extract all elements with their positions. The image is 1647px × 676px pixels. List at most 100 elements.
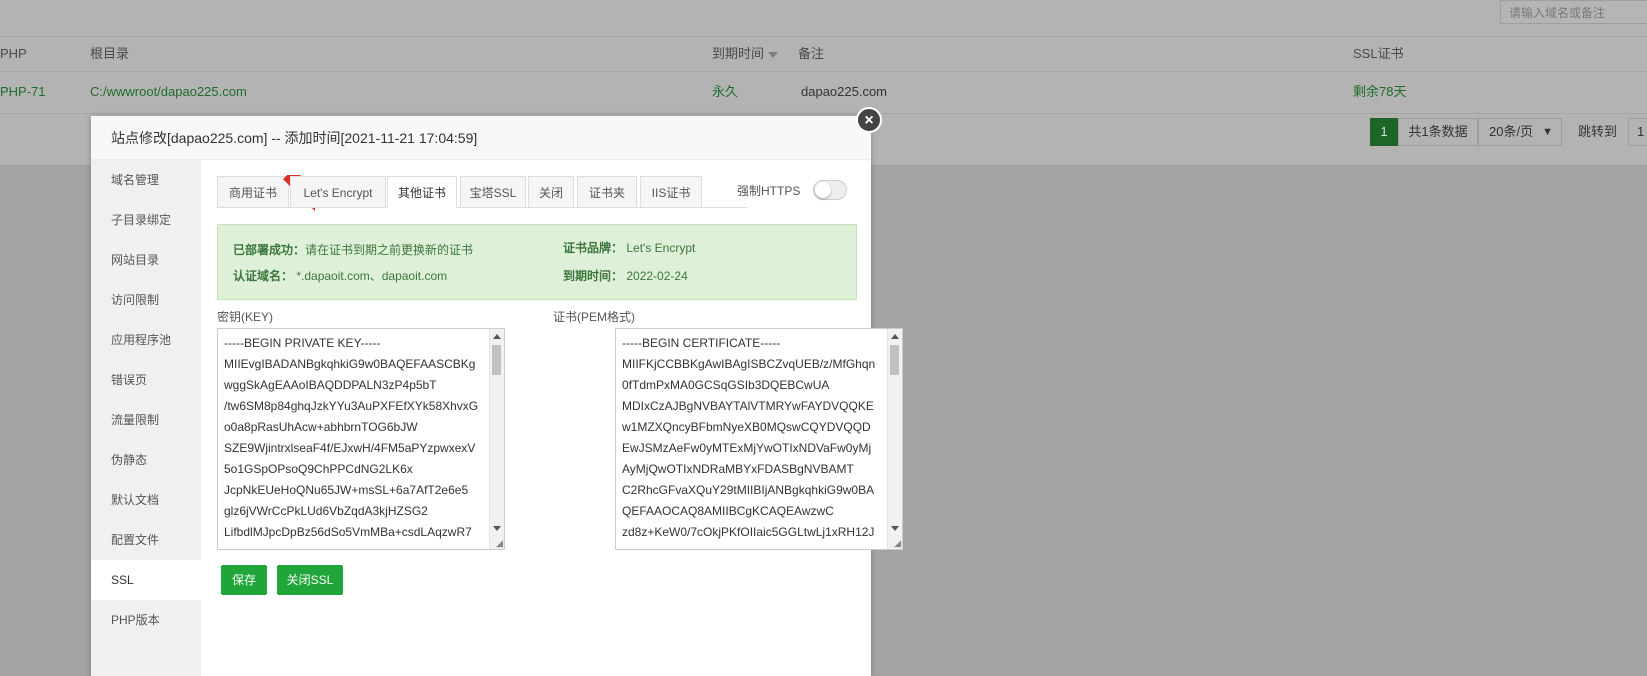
key-line: o0a8pRasUhAcw+abhbrnTOG6bJW bbox=[224, 420, 418, 434]
resize-handle-icon[interactable]: ◢ bbox=[894, 539, 901, 548]
row-expire[interactable]: 永久 bbox=[712, 71, 738, 113]
deployed-text: 请在证书到期之前更换新的证书 bbox=[305, 243, 474, 257]
key-line: LifbdlMJpcDpBz56dSo5VmMBa+csdLAqzwR7 bbox=[224, 525, 472, 539]
cert-scrollbar[interactable] bbox=[887, 329, 902, 549]
ssl-panel: 商用证书 推荐 Let's Encrypt 其他证书 宝塔SSL 关闭 证书夹 … bbox=[201, 160, 903, 676]
cert-line: EwJSMzAeFw0yMTExMjYwOTIxNDVaFw0yMj bbox=[622, 441, 872, 455]
row-php[interactable]: PHP-71 bbox=[0, 71, 46, 113]
cert-text: -----BEGIN CERTIFICATE----- MIIFKjCCBBKg… bbox=[622, 333, 886, 543]
cert-line: w1MZXQncyBFbmNyeXB0MQswCQYDVQQD bbox=[622, 420, 871, 434]
sidebar-item-default-doc[interactable]: 默认文档 bbox=[91, 480, 201, 520]
ssl-status-box: 已部署成功：请在证书到期之前更换新的证书 认证域名： *.dapaoit.com… bbox=[217, 224, 857, 300]
header-expire-label: 到期时间 bbox=[712, 46, 765, 61]
key-line: glz6jVWrCcPkLUd6VbZqdA3kjHZSG2 bbox=[224, 504, 428, 518]
table-row: PHP-71 C:/wwwroot/dapao225.com 永久 dapao2… bbox=[0, 71, 1647, 114]
sidebar-item-php-version[interactable]: PHP版本 bbox=[91, 600, 201, 640]
tab-bt-ssl[interactable]: 宝塔SSL bbox=[460, 176, 526, 208]
pager-jump-input[interactable]: 1 bbox=[1628, 118, 1647, 146]
sidebar-item-rewrite[interactable]: 伪静态 bbox=[91, 440, 201, 480]
cert-expire: 到期时间： 2022-02-24 bbox=[563, 267, 688, 285]
sidebar-item-subdir[interactable]: 子目录绑定 bbox=[91, 200, 201, 240]
tab-commercial-cert[interactable]: 商用证书 推荐 bbox=[217, 175, 315, 215]
key-text: -----BEGIN PRIVATE KEY----- MIIEvgIBADAN… bbox=[224, 333, 488, 543]
key-line: -----BEGIN PRIVATE KEY----- bbox=[224, 336, 381, 350]
cert-line: 0fTdmPxMA0GCSqGSIb3DQEBCwUA bbox=[622, 378, 830, 392]
sidebar-item-traffic-limit[interactable]: 流量限制 bbox=[91, 400, 201, 440]
deployed-status: 已部署成功：请在证书到期之前更换新的证书 bbox=[233, 241, 473, 259]
force-https-label: 强制HTTPS bbox=[737, 184, 801, 198]
chevron-down-icon: ▼ bbox=[1542, 126, 1553, 138]
close-icon[interactable]: × bbox=[856, 107, 882, 133]
search-input[interactable]: 请输入域名或备注 bbox=[1500, 0, 1647, 24]
sort-down-icon[interactable] bbox=[768, 51, 779, 58]
sidebar-item-site-dir[interactable]: 网站目录 bbox=[91, 240, 201, 280]
header-expire[interactable]: 到期时间 bbox=[712, 37, 779, 71]
pager-jump-label: 跳转到 bbox=[1578, 124, 1618, 139]
key-line: MIIEvgIBADANBgkqhkiG9w0BAQEFAASCBKg bbox=[224, 357, 476, 371]
key-line: wggSkAgEAAoIBAQDDPALN3zP4p5bT bbox=[224, 378, 437, 392]
pager-total: 共1条数据 bbox=[1398, 118, 1478, 146]
sidebar-item-access-limit[interactable]: 访问限制 bbox=[91, 280, 201, 320]
scroll-thumb[interactable] bbox=[492, 345, 501, 375]
toggle-knob bbox=[815, 182, 831, 198]
modal-sidebar: 域名管理 子目录绑定 网站目录 访问限制 应用程序池 错误页 流量限制 伪静态 … bbox=[91, 160, 201, 676]
cert-line: AyMjQwOTIxNDRaMBYxFDASBgNVBAMT bbox=[622, 462, 854, 476]
site-edit-modal: 站点修改[dapao225.com] -- 添加时间[2021-11-21 17… bbox=[91, 116, 903, 676]
tab-iis-cert[interactable]: IIS证书 bbox=[640, 176, 702, 208]
header-root: 根目录 bbox=[90, 46, 130, 61]
close-ssl-button[interactable]: 关闭SSL bbox=[277, 565, 343, 595]
key-textarea[interactable]: -----BEGIN PRIVATE KEY----- MIIEvgIBADAN… bbox=[217, 328, 505, 550]
header-ssl: SSL证书 bbox=[1353, 46, 1404, 61]
resize-handle-icon[interactable]: ◢ bbox=[496, 539, 503, 548]
force-https-toggle[interactable] bbox=[813, 180, 847, 200]
key-line: JcpNkEUeHoQNu65JW+msSL+6a7AfT2e6e5 bbox=[224, 483, 469, 497]
cert-line: -----BEGIN CERTIFICATE----- bbox=[622, 336, 781, 350]
header-php: PHP bbox=[0, 46, 27, 61]
tab-close[interactable]: 关闭 bbox=[528, 176, 574, 208]
row-remark[interactable]: dapao225.com bbox=[801, 71, 887, 113]
tab-cert-folder[interactable]: 证书夹 bbox=[577, 176, 637, 208]
pager-page-size-select[interactable]: 20条/页 ▼ bbox=[1478, 118, 1562, 146]
brand-text: Let's Encrypt bbox=[626, 241, 696, 255]
scroll-up-icon[interactable] bbox=[493, 334, 501, 339]
sidebar-item-app-pool[interactable]: 应用程序池 bbox=[91, 320, 201, 360]
sidebar-item-ssl[interactable]: SSL bbox=[91, 560, 201, 600]
row-ssl[interactable]: 剩余78天 bbox=[1353, 71, 1406, 113]
table-header: PHP 根目录 到期时间 备注 SSL证书 bbox=[0, 36, 1647, 72]
key-line: /tw6SM8p84ghqJzkYYu3AuPXFEfXYk58XhvxG bbox=[224, 399, 479, 413]
row-root[interactable]: C:/wwwroot/dapao225.com bbox=[90, 71, 247, 113]
save-button[interactable]: 保存 bbox=[221, 565, 267, 595]
deployed-label: 已部署成功： bbox=[233, 243, 306, 257]
cert-domain: 认证域名： *.dapaoit.com、dapaoit.com bbox=[233, 267, 447, 285]
sidebar-item-config-file[interactable]: 配置文件 bbox=[91, 520, 201, 560]
scroll-down-icon[interactable] bbox=[493, 526, 501, 531]
key-label: 密钥(KEY) bbox=[217, 310, 274, 324]
sidebar-item-domain[interactable]: 域名管理 bbox=[91, 160, 201, 200]
domain-label: 认证域名： bbox=[233, 269, 294, 283]
key-line: 5o1GSpOPsoQ9ChPPCdNG2LK6x bbox=[224, 462, 413, 476]
scroll-up-icon[interactable] bbox=[891, 334, 899, 339]
pager-current-page[interactable]: 1 bbox=[1370, 118, 1398, 146]
cert-brand: 证书品牌： Let's Encrypt bbox=[563, 239, 695, 257]
cert-textarea[interactable]: -----BEGIN CERTIFICATE----- MIIFKjCCBBKg… bbox=[615, 328, 903, 550]
header-remark: 备注 bbox=[798, 46, 825, 61]
expire-label: 到期时间： bbox=[563, 269, 624, 283]
key-line: SZE9WjintrxlseaF4f/EJxwH/4FM5aPYzpwxexV bbox=[224, 441, 476, 455]
brand-label: 证书品牌： bbox=[563, 241, 624, 255]
scroll-down-icon[interactable] bbox=[891, 526, 899, 531]
tab-other-cert[interactable]: 其他证书 bbox=[387, 176, 457, 208]
cert-line: C2RhcGFvaXQuY29tMIIBIjANBgkqhkiG9w0BA bbox=[622, 483, 875, 497]
key-scrollbar[interactable] bbox=[489, 329, 504, 549]
modal-title: 站点修改[dapao225.com] -- 添加时间[2021-11-21 17… bbox=[91, 116, 871, 160]
tab-commercial-cert-label: 商用证书 bbox=[228, 186, 277, 200]
tab-letsencrypt[interactable]: Let's Encrypt bbox=[290, 176, 386, 208]
cert-line: QEFAAOCAQ8AMIIBCgKCAQEAwzwC bbox=[622, 504, 834, 518]
expire-text: 2022-02-24 bbox=[626, 269, 688, 283]
domain-text: *.dapaoit.com、dapaoit.com bbox=[296, 269, 448, 283]
cert-line: zd8z+KeW0/7cOkjPKfOIIaic5GGLtwLj1xRH12J bbox=[622, 525, 875, 539]
sidebar-item-error-page[interactable]: 错误页 bbox=[91, 360, 201, 400]
scroll-thumb[interactable] bbox=[890, 345, 899, 375]
cert-line: MIIFKjCCBBKgAwIBAgISBCZvqUEB/z/MfGhqn bbox=[622, 357, 876, 371]
cert-line: MDIxCzAJBgNVBAYTAlVTMRYwFAYDVQQKE bbox=[622, 399, 874, 413]
pager-page-size-label: 20条/页 bbox=[1489, 124, 1534, 139]
